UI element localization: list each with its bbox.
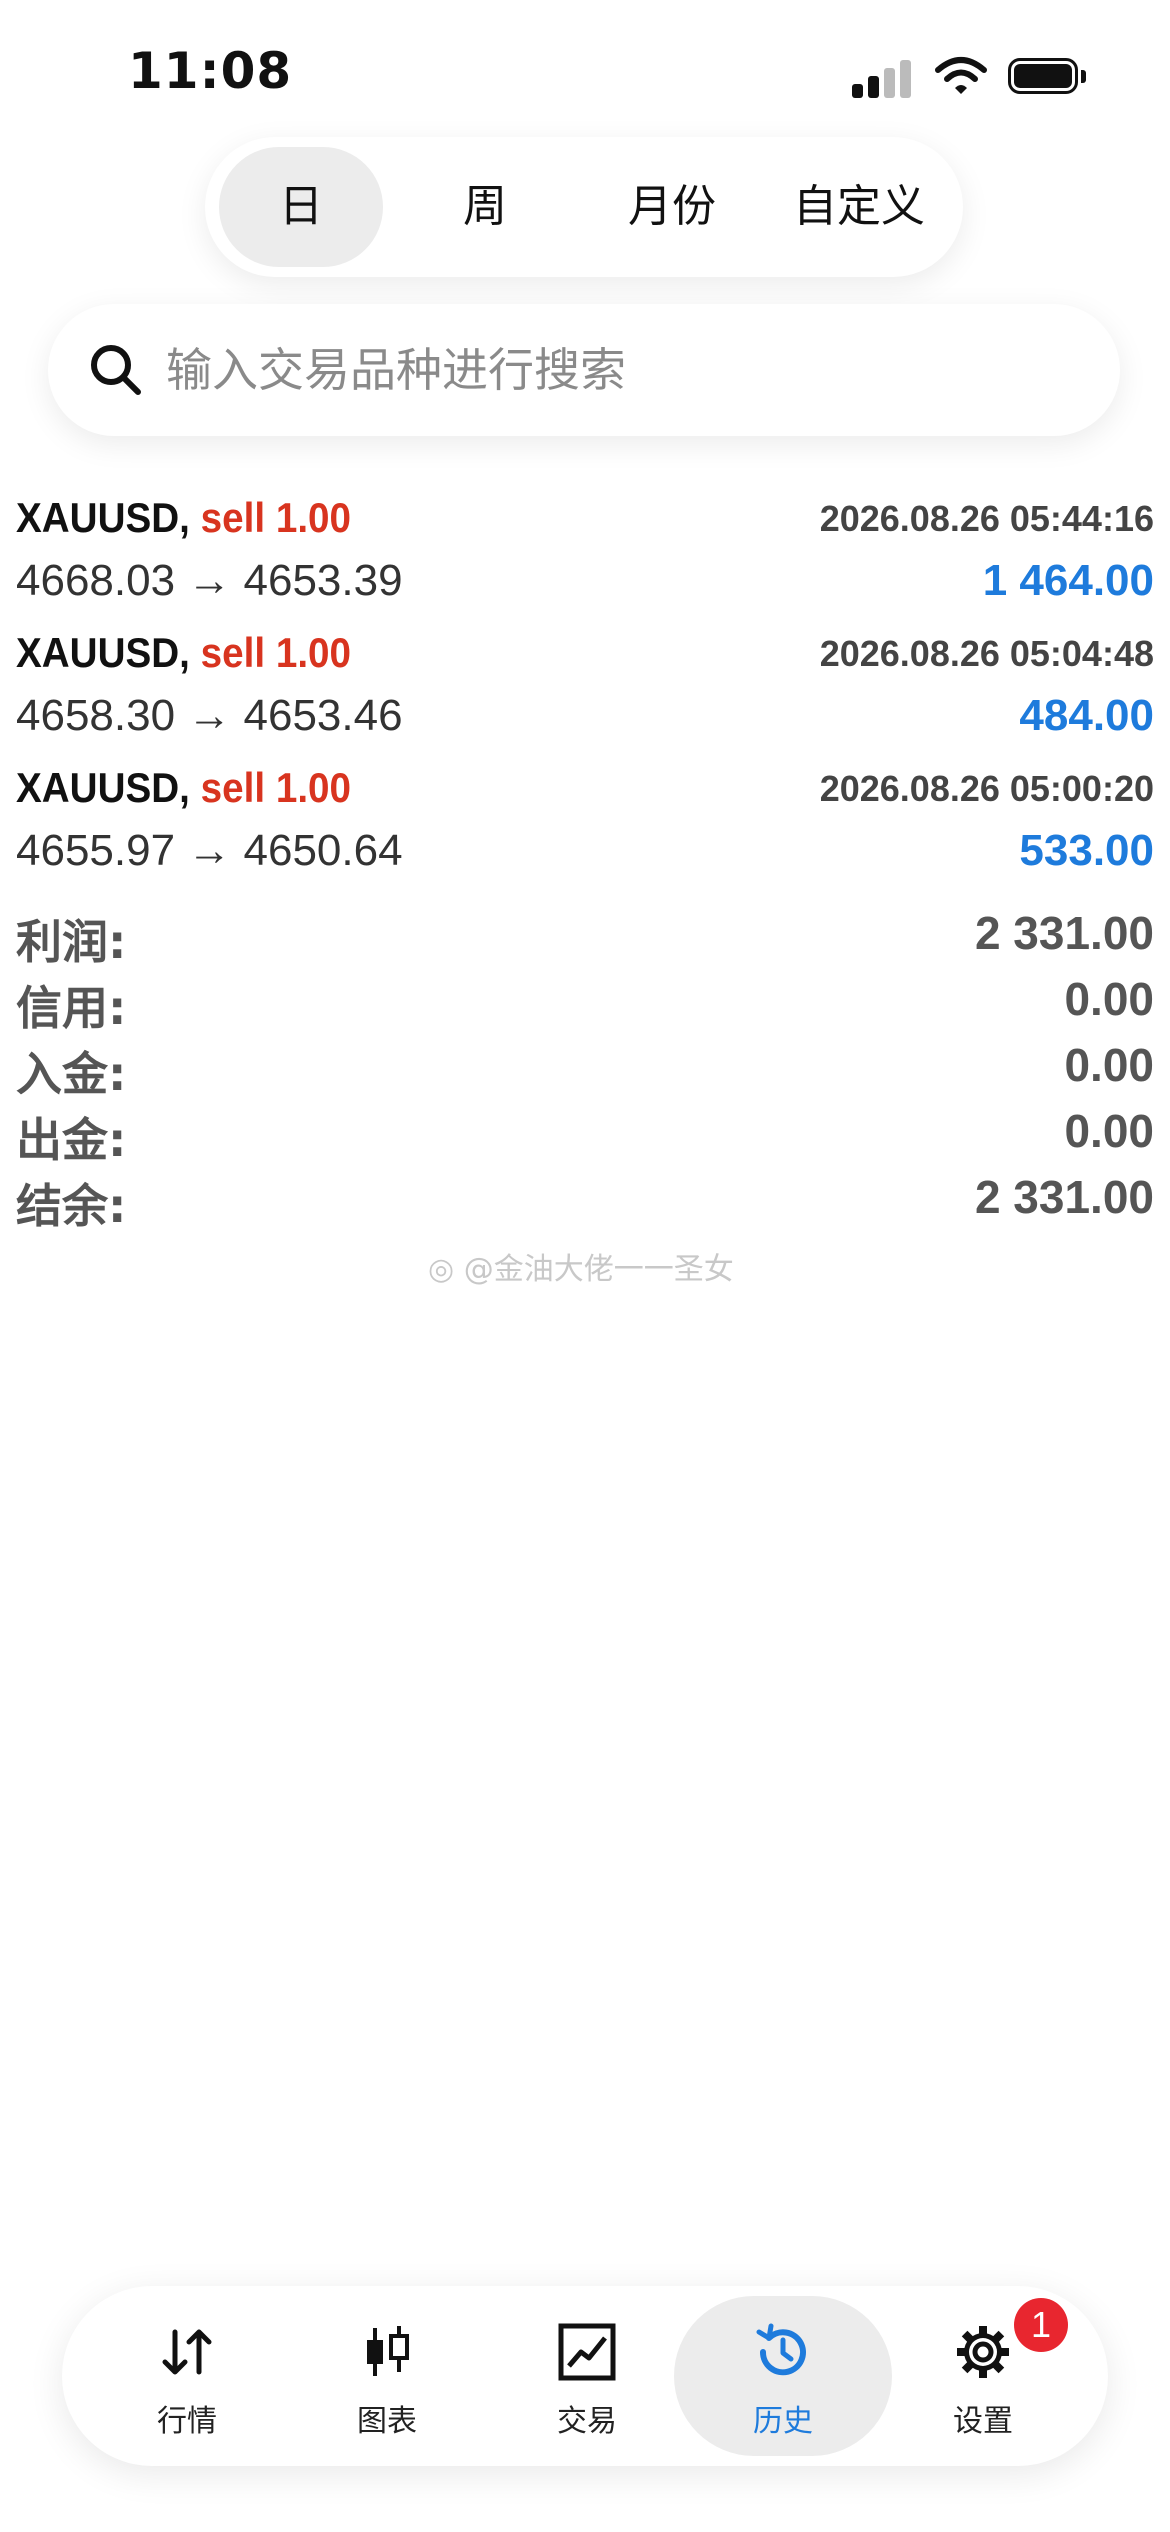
tab-day[interactable]: 日 — [219, 147, 383, 267]
trade-profit: 484.00 — [1019, 691, 1154, 740]
trade-time: 2026.08.26 05:00:20 — [819, 768, 1154, 809]
summary-value: 0.00 — [1064, 973, 1154, 1025]
tab-month[interactable]: 月份 — [587, 147, 757, 267]
notification-badge: 1 — [1014, 2298, 1068, 2352]
trade-side: sell 1.00 — [200, 764, 352, 811]
tab-week[interactable]: 周 — [403, 147, 567, 267]
nav-label: 行情 — [157, 2404, 217, 2439]
summary-label: 出金: — [16, 1113, 127, 1167]
nav-label: 图表 — [357, 2404, 417, 2439]
trade-row[interactable]: XAUUSD, sell 1.00 2026.08.26 05:00:20 46… — [0, 764, 1170, 899]
cellular-signal-icon — [852, 58, 914, 98]
nav-item-history[interactable]: 历史 — [674, 2296, 892, 2456]
trade-prices: 4668.03 → 4653.39 — [16, 556, 403, 605]
nav-item-charts[interactable]: 图表 — [278, 2296, 496, 2456]
weibo-icon: ◎ — [428, 1252, 455, 1287]
trade-prices: 4658.30 → 4653.46 — [16, 691, 403, 740]
summary-value: 2 331.00 — [974, 1171, 1154, 1223]
trade-prices: 4655.97 → 4650.64 — [16, 826, 403, 875]
trade-row[interactable]: XAUUSD, sell 1.00 2026.08.26 05:44:16 46… — [0, 494, 1170, 629]
search-icon — [91, 345, 141, 395]
trade-time: 2026.08.26 05:44:16 — [819, 498, 1154, 539]
bottom-nav: 行情 图表 交易 历史 1 设置 — [62, 2286, 1108, 2466]
trade-side: sell 1.00 — [200, 629, 352, 676]
trade-time: 2026.08.26 05:04:48 — [819, 633, 1154, 674]
summary-value: 0.00 — [1064, 1039, 1154, 1091]
nav-item-settings[interactable]: 1 设置 — [874, 2296, 1092, 2456]
trade-profit: 1 464.00 — [982, 556, 1154, 605]
nav-item-quotes[interactable]: 行情 — [78, 2296, 296, 2456]
tab-custom[interactable]: 自定义 — [771, 147, 947, 267]
status-time: 11:08 — [128, 42, 293, 100]
nav-label: 交易 — [557, 2404, 617, 2439]
summary-label: 信用: — [16, 981, 127, 1035]
trade-row[interactable]: XAUUSD, sell 1.00 2026.08.26 05:04:48 46… — [0, 629, 1170, 764]
summary-profit-row: 利润: 2 331.00 — [0, 906, 1170, 972]
nav-label: 设置 — [953, 2404, 1013, 2439]
watermark: ◎ @金油大佬一一圣女 — [428, 1244, 734, 1288]
history-clock-icon — [756, 2323, 806, 2376]
trade-symbol: XAUUSD, — [16, 629, 190, 676]
candlestick-chart-icon — [367, 2326, 409, 2376]
watermark-text: @金油大佬一一圣女 — [463, 1252, 734, 1287]
nav-label: 历史 — [753, 2404, 813, 2439]
trade-symbol: XAUUSD, — [16, 764, 190, 811]
search-bar[interactable] — [48, 304, 1120, 436]
summary-value: 0.00 — [1064, 1105, 1154, 1157]
period-segmented-control: 日 周 月份 自定义 — [205, 137, 963, 277]
trade-profit: 533.00 — [1019, 826, 1154, 875]
summary-credit-row: 信用: 0.00 — [0, 972, 1170, 1038]
summary-label: 利润: — [16, 915, 127, 969]
summary-deposit-row: 入金: 0.00 — [0, 1038, 1170, 1104]
gear-icon — [957, 2326, 1009, 2378]
summary-balance-row: 结余: 2 331.00 — [0, 1170, 1170, 1236]
summary-value: 2 331.00 — [974, 907, 1154, 959]
search-input[interactable] — [166, 330, 1066, 410]
trade-symbol: XAUUSD, — [16, 494, 190, 541]
summary-withdrawal-row: 出金: 0.00 — [0, 1104, 1170, 1170]
trade-side: sell 1.00 — [200, 494, 352, 541]
trade-chart-icon — [558, 2323, 616, 2381]
nav-item-trade[interactable]: 交易 — [478, 2296, 696, 2456]
summary-label: 结余: — [16, 1179, 127, 1233]
quotes-arrows-icon — [162, 2329, 212, 2375]
wifi-icon — [935, 57, 987, 94]
battery-icon — [1008, 58, 1088, 96]
summary-label: 入金: — [16, 1047, 127, 1101]
